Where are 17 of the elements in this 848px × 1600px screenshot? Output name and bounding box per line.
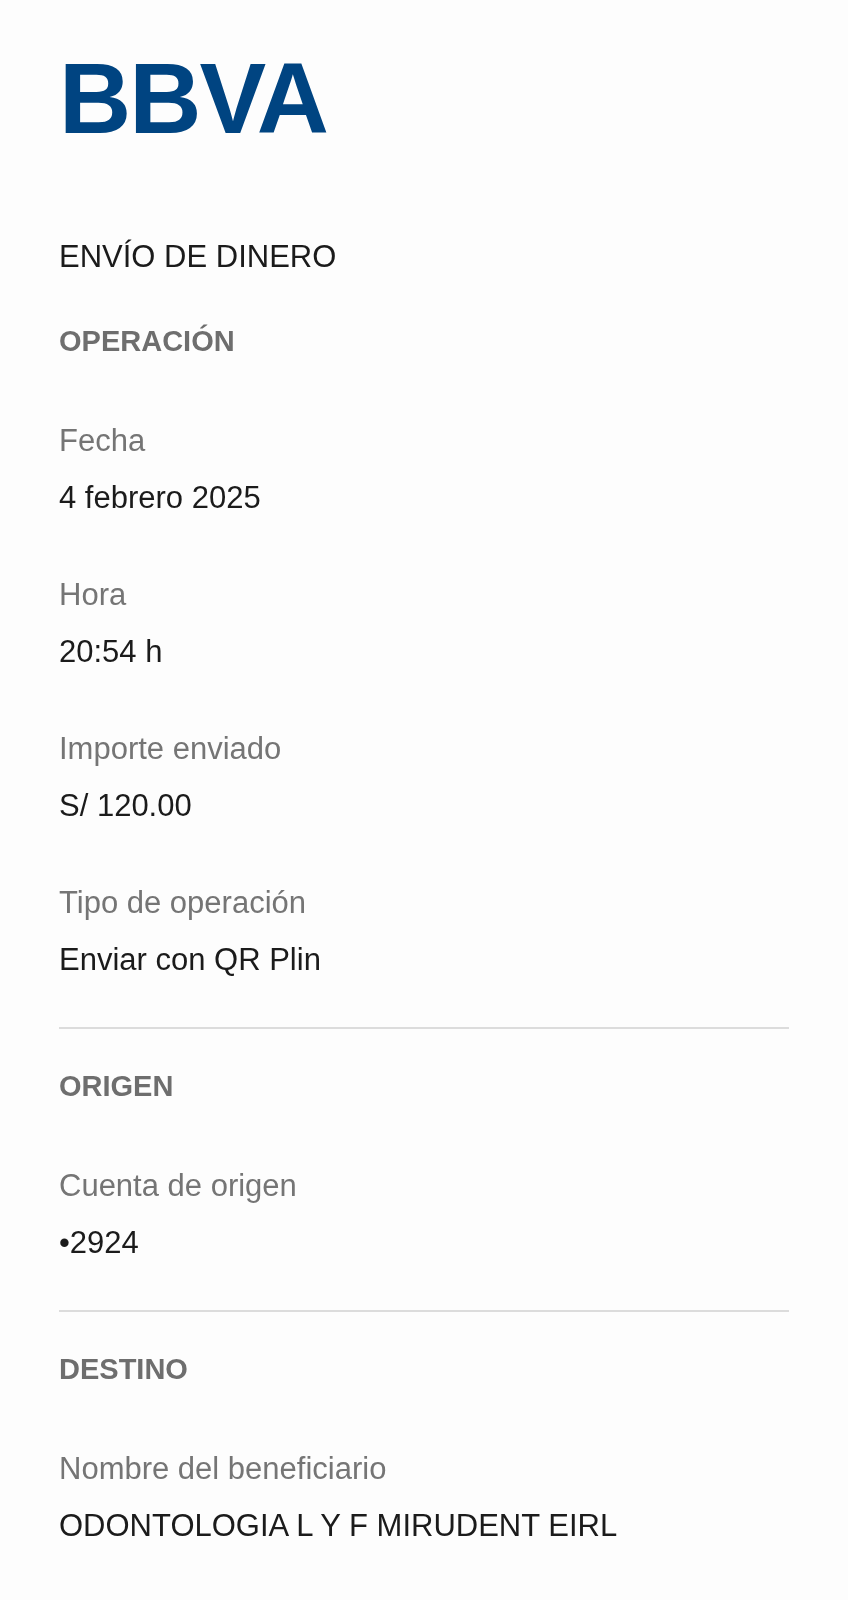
field-value: •2924 bbox=[59, 1224, 139, 1262]
field-label: Nombre del beneficiario bbox=[59, 1450, 387, 1488]
page-title: ENVÍO DE DINERO bbox=[59, 238, 337, 276]
field-label: Cuenta de origen bbox=[59, 1167, 297, 1205]
field-label: Fecha bbox=[59, 422, 146, 460]
field-value: 20:54 h bbox=[59, 633, 163, 671]
section-heading: ORIGEN bbox=[59, 1069, 174, 1104]
field-value: Enviar con QR Plin bbox=[59, 941, 321, 979]
section-heading: DESTINO bbox=[59, 1352, 188, 1387]
section-heading: OPERACIÓN bbox=[59, 323, 235, 359]
field-label: Importe enviado bbox=[59, 730, 282, 768]
field-label: Tipo de operación bbox=[59, 884, 307, 922]
field-value: ODONTOLOGIA L Y F MIRUDENT EIRL bbox=[59, 1507, 618, 1545]
field-value: S/ 120.00 bbox=[59, 787, 192, 825]
bbva-logo: BBVA bbox=[59, 50, 327, 146]
field-label: Hora bbox=[59, 576, 127, 614]
field-value: 4 febrero 2025 bbox=[59, 479, 261, 517]
